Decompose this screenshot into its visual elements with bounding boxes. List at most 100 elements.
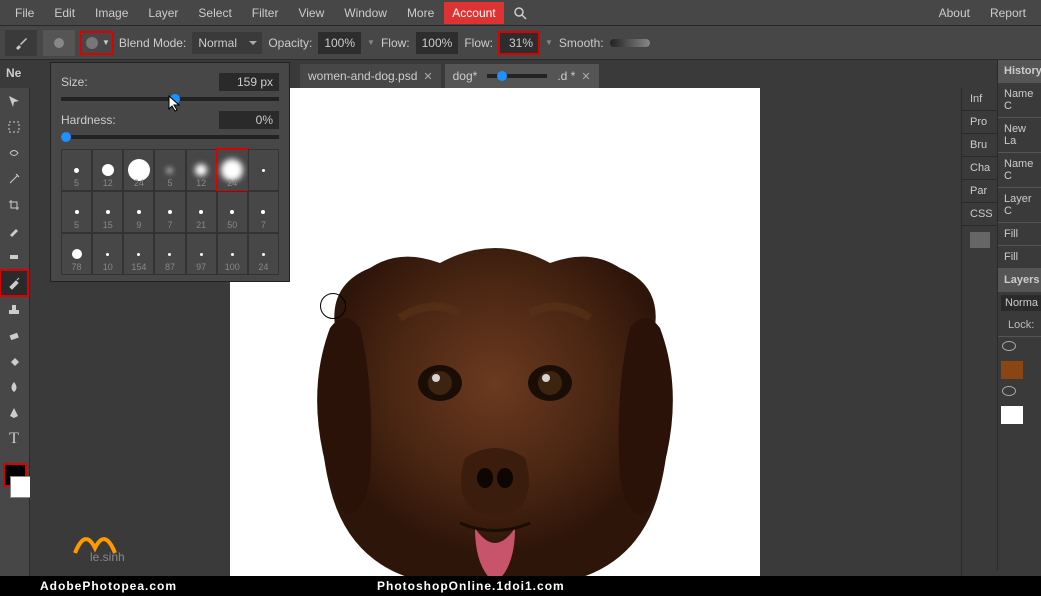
dog-image	[280, 228, 710, 576]
history-item[interactable]: Fill	[998, 223, 1041, 246]
history-item[interactable]: Fill	[998, 246, 1041, 269]
far-right-panels: History Name C New La Name C Layer C Fil…	[997, 60, 1041, 570]
footer-left: AdobePhotopea.com	[0, 579, 217, 593]
close-icon[interactable]: ✕	[581, 70, 590, 83]
watermark-logo: le.sinh	[70, 523, 130, 566]
blend-mode-label: Blend Mode:	[119, 36, 186, 50]
lock-label: Lock:	[998, 314, 1041, 337]
menu-account[interactable]: Account	[444, 2, 503, 24]
brush-preset[interactable]: 5	[61, 191, 92, 233]
visibility-icon[interactable]	[1002, 341, 1016, 351]
layer-thumbnail[interactable]	[1001, 406, 1023, 424]
image-icon[interactable]	[970, 232, 990, 248]
flow-value[interactable]: 100%	[416, 32, 459, 54]
brush-preset[interactable]: 5	[61, 149, 92, 191]
brush-preset[interactable]: 97	[186, 233, 217, 275]
flow2-dropdown-icon[interactable]: ▼	[545, 38, 553, 47]
bucket-tool[interactable]	[0, 348, 28, 374]
menu-edit[interactable]: Edit	[44, 1, 85, 25]
brush-picker-dropdown[interactable]: ▼	[81, 32, 113, 54]
options-bar: ▼ Blend Mode: Normal Opacity: 100% ▼ Flo…	[0, 26, 1041, 60]
hardness-value[interactable]: 0%	[219, 111, 279, 129]
flow2-label: Flow:	[464, 36, 493, 50]
layer-row[interactable]	[998, 337, 1041, 382]
menu-window[interactable]: Window	[334, 1, 397, 25]
visibility-icon[interactable]	[1002, 386, 1016, 396]
brush-preset-button[interactable]	[43, 30, 75, 56]
lasso-tool[interactable]	[0, 140, 28, 166]
rect-select-tool[interactable]	[0, 114, 28, 140]
hardness-slider[interactable]	[61, 135, 279, 139]
menu-more[interactable]: More	[397, 1, 444, 25]
brush-preset[interactable]: 24	[248, 233, 279, 275]
layer-thumbnail[interactable]	[1001, 361, 1023, 379]
wand-tool[interactable]	[0, 166, 28, 192]
size-label: Size:	[61, 75, 88, 89]
menu-image[interactable]: Image	[85, 1, 138, 25]
blur-tool[interactable]	[0, 374, 28, 400]
tab-dog[interactable]: dog* .d *✕	[445, 64, 599, 88]
layers-panel-header[interactable]: Layers	[998, 269, 1041, 292]
menu-report[interactable]: Report	[980, 1, 1036, 25]
flow2-value[interactable]: 31%	[499, 32, 539, 54]
brush-preset[interactable]: 7	[248, 191, 279, 233]
tool-preset-button[interactable]	[5, 30, 37, 56]
brush-tool[interactable]	[0, 270, 28, 296]
menu-file[interactable]: File	[5, 1, 44, 25]
brush-preset[interactable]: 12	[186, 149, 217, 191]
crop-tool[interactable]	[0, 192, 28, 218]
search-icon[interactable]	[512, 5, 528, 21]
svg-text:le.sinh: le.sinh	[90, 550, 125, 563]
brush-cursor-ring	[320, 293, 346, 319]
brush-preset[interactable]: 100	[217, 233, 248, 275]
brush-preset[interactable]: 21	[186, 191, 217, 233]
brush-preset[interactable]: 154	[123, 233, 154, 275]
layer-row[interactable]	[998, 382, 1041, 427]
brush-preset[interactable]: 24	[123, 149, 154, 191]
size-slider[interactable]	[61, 97, 279, 101]
move-tool[interactable]	[0, 88, 28, 114]
brush-preset[interactable]: 12	[92, 149, 123, 191]
opacity-label: Opacity:	[268, 36, 312, 50]
layer-blend-select[interactable]: Norma	[1001, 295, 1041, 311]
history-item[interactable]: Name C	[998, 83, 1041, 118]
size-value[interactable]: 159 px	[219, 73, 279, 91]
brush-preset[interactable]: 15	[92, 191, 123, 233]
menu-select[interactable]: Select	[188, 1, 241, 25]
history-item[interactable]: New La	[998, 118, 1041, 153]
tab-prefix: Ne	[6, 66, 21, 80]
brush-preset[interactable]: 7	[154, 191, 185, 233]
menu-about[interactable]: About	[929, 1, 980, 25]
opacity-value[interactable]: 100%	[318, 32, 361, 54]
tab-women-and-dog[interactable]: women-and-dog.psd✕	[300, 64, 441, 88]
brush-preset[interactable]: 78	[61, 233, 92, 275]
history-panel-header[interactable]: History	[998, 60, 1041, 83]
stamp-tool[interactable]	[0, 296, 28, 322]
brush-preset[interactable]: 9	[123, 191, 154, 233]
pen-tool[interactable]	[0, 400, 28, 426]
eraser-tool[interactable]	[0, 322, 28, 348]
brush-preset[interactable]: 5	[154, 149, 185, 191]
smooth-slider[interactable]	[610, 39, 650, 47]
close-icon[interactable]: ✕	[423, 70, 432, 83]
brush-preset[interactable]: 10	[92, 233, 123, 275]
history-item[interactable]: Name C	[998, 153, 1041, 188]
brush-preset[interactable]: 87	[154, 233, 185, 275]
brush-preset[interactable]: 50	[217, 191, 248, 233]
opacity-dropdown-icon[interactable]: ▼	[367, 38, 375, 47]
menu-view[interactable]: View	[288, 1, 334, 25]
type-tool[interactable]: T	[0, 426, 28, 452]
menu-filter[interactable]: Filter	[242, 1, 289, 25]
tool-palette: T	[0, 88, 30, 576]
eyedropper-tool[interactable]	[0, 218, 28, 244]
background-color-swatch[interactable]	[10, 476, 32, 498]
history-item[interactable]: Layer C	[998, 188, 1041, 223]
tab-flow-slider[interactable]	[487, 74, 547, 78]
brush-preset[interactable]: 24	[217, 149, 248, 191]
menu-layer[interactable]: Layer	[138, 1, 188, 25]
smooth-label: Smooth:	[559, 36, 604, 50]
brush-preset[interactable]	[248, 149, 279, 191]
brush-picker-panel: Size:159 px Hardness:0% 5122451224515972…	[50, 62, 290, 282]
heal-tool[interactable]	[0, 244, 28, 270]
blend-mode-select[interactable]: Normal	[192, 32, 262, 54]
